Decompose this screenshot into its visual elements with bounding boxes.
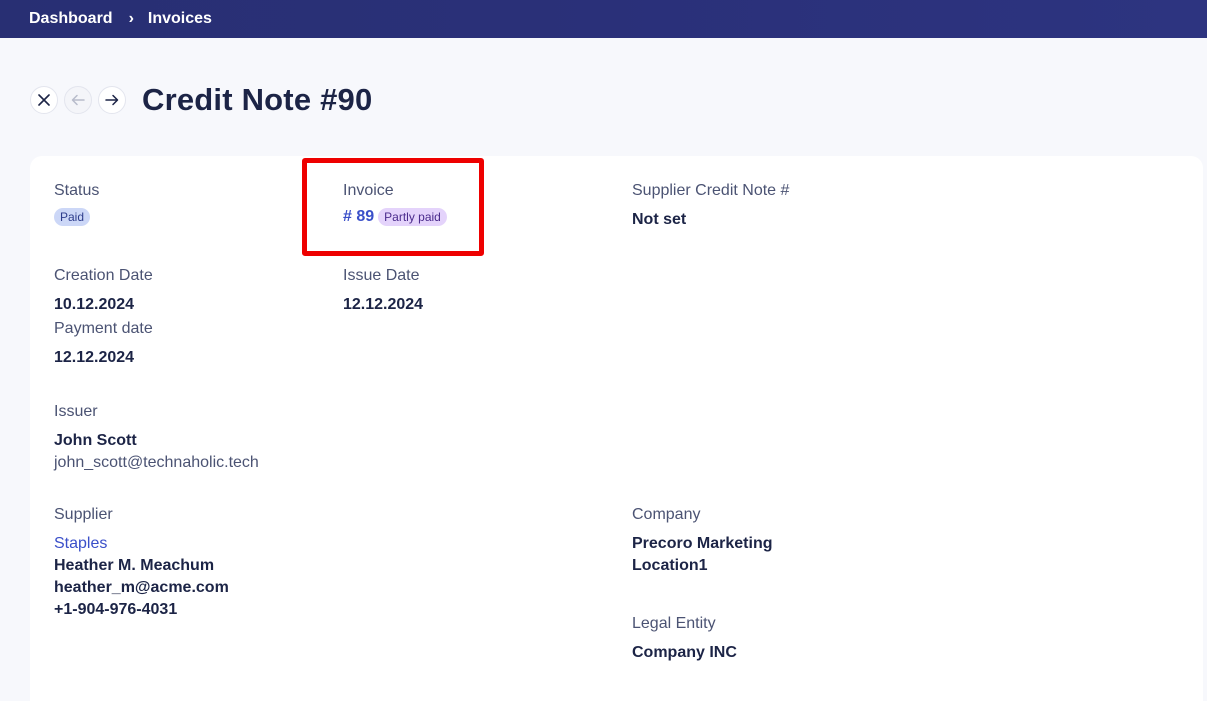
issue-date-field: Issue Date 12.12.2024 <box>343 267 423 314</box>
payment-date-field: Payment date 12.12.2024 <box>54 320 153 367</box>
supplier-credit-note-value: Not set <box>632 211 687 228</box>
supplier-contact-name: Heather M. Meachum <box>54 557 215 574</box>
breadcrumb-dashboard[interactable]: Dashboard <box>29 10 113 28</box>
previous-button[interactable] <box>64 86 92 114</box>
supplier-credit-note-label: Supplier Credit Note # <box>632 182 790 199</box>
creation-date-label: Creation Date <box>54 267 153 284</box>
arrow-left-icon <box>71 94 85 106</box>
chevron-right-icon: › <box>128 10 134 27</box>
company-field: Company Precoro Marketing Location1 <box>632 506 772 575</box>
breadcrumb-invoices[interactable]: Invoices <box>148 10 212 28</box>
supplier-label: Supplier <box>54 506 113 523</box>
close-button[interactable] <box>30 86 58 114</box>
supplier-credit-note-field: Supplier Credit Note # Not set <box>632 182 789 229</box>
company-name: Precoro Marketing <box>632 535 773 552</box>
issuer-field: Issuer John Scott john_scott@technaholic… <box>54 403 259 472</box>
issuer-label: Issuer <box>54 403 98 420</box>
issue-date-value: 12.12.2024 <box>343 296 424 313</box>
details-card: Status Paid Invoice # 89 Partly paid Sup… <box>30 156 1203 701</box>
supplier-link[interactable]: Staples <box>54 535 229 553</box>
issuer-name: John Scott <box>54 432 137 449</box>
payment-date-label: Payment date <box>54 320 153 337</box>
status-badge: Paid <box>54 208 91 226</box>
status-field: Status Paid <box>54 182 99 226</box>
page-title: Credit Note #90 <box>142 82 373 117</box>
company-location: Location1 <box>632 557 708 574</box>
highlight-box <box>302 158 484 256</box>
supplier-field: Supplier Staples Heather M. Meachum heat… <box>54 506 229 619</box>
creation-date-field: Creation Date 10.12.2024 <box>54 267 153 314</box>
company-label: Company <box>632 506 701 523</box>
next-button[interactable] <box>98 86 126 114</box>
issue-date-label: Issue Date <box>343 267 420 284</box>
status-label: Status <box>54 182 100 199</box>
payment-date-value: 12.12.2024 <box>54 349 135 366</box>
creation-date-value: 10.12.2024 <box>54 296 135 313</box>
arrow-right-icon <box>105 94 119 106</box>
legal-entity-label: Legal Entity <box>632 615 716 632</box>
issuer-email: john_scott@technaholic.tech <box>54 454 259 471</box>
supplier-phone: +1-904-976-4031 <box>54 601 178 618</box>
breadcrumb: Dashboard › Invoices <box>0 0 1207 38</box>
close-icon <box>38 94 50 106</box>
supplier-email: heather_m@acme.com <box>54 579 229 596</box>
title-row: Credit Note #90 <box>30 82 372 118</box>
legal-entity-value: Company INC <box>632 644 737 661</box>
legal-entity-field: Legal Entity Company INC <box>632 615 737 662</box>
